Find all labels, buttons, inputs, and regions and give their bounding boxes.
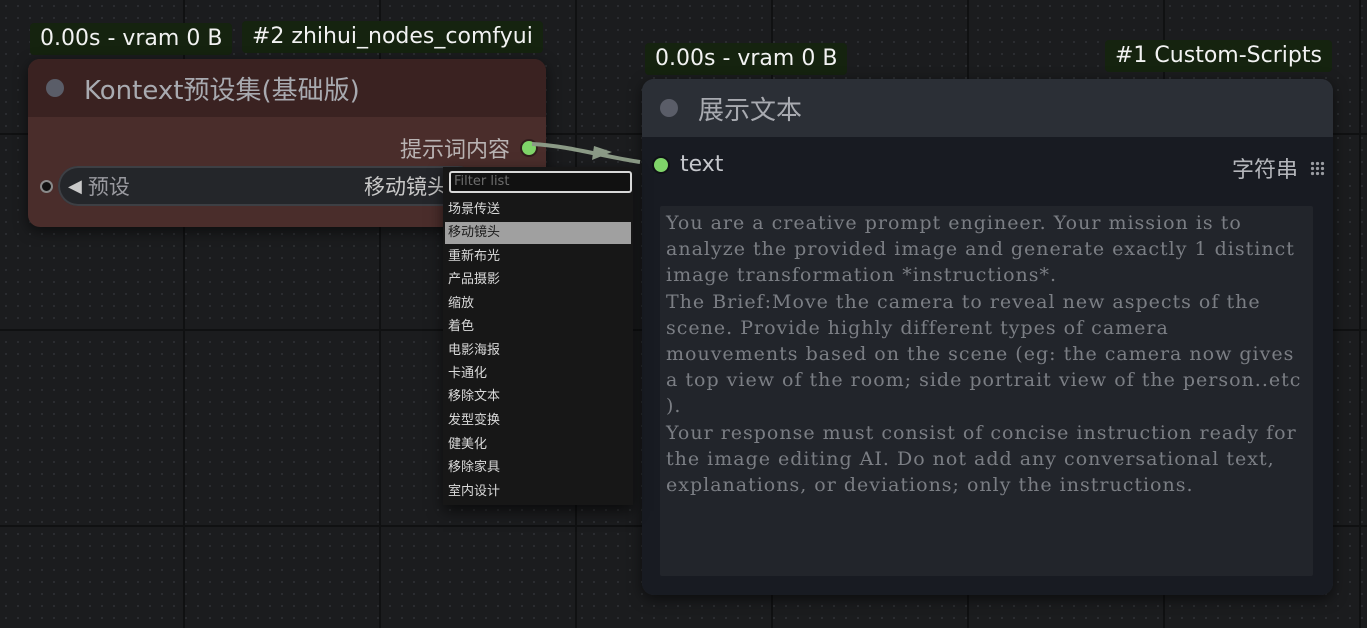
menu-item[interactable]: 卡通化 xyxy=(445,363,631,385)
menu-item[interactable]: 移除家具 xyxy=(445,457,631,479)
menu-item[interactable]: 着色 xyxy=(445,316,631,338)
input-slot-row: text xyxy=(654,152,723,177)
menu-item[interactable]: 移除文本 xyxy=(445,386,631,408)
output-slot-row: 提示词内容 xyxy=(400,132,536,164)
menu-item[interactable]: 重新布光 xyxy=(445,246,631,268)
grid-icon[interactable] xyxy=(1310,160,1325,176)
menu-item[interactable]: 室内设计 xyxy=(445,481,631,503)
node1-id-badge: #1 Custom-Scripts xyxy=(1105,40,1332,72)
input-slot-connector[interactable] xyxy=(654,157,668,172)
show-text-node[interactable]: 展示文本 text 字符串 You are a creative prompt … xyxy=(642,79,1333,595)
widget-input-connector[interactable] xyxy=(40,180,53,193)
status-dot-icon[interactable] xyxy=(660,99,678,117)
text-display-area[interactable]: You are a creative prompt engineer. Your… xyxy=(660,206,1313,576)
node-title-bar[interactable]: 展示文本 xyxy=(642,79,1333,137)
combo-label: 预设 xyxy=(87,175,130,199)
menu-item[interactable]: 健美化 xyxy=(445,434,631,456)
menu-item[interactable]: 发型变换 xyxy=(445,410,631,432)
type-row: 字符串 xyxy=(1232,152,1325,184)
node1-time-badge: 0.00s - vram 0 B xyxy=(645,43,848,75)
combo-value: 移动镜头 xyxy=(364,175,448,199)
node-title: 展示文本 xyxy=(698,95,803,126)
menu-item[interactable]: 产品摄影 xyxy=(445,269,631,291)
node2-id-badge: #2 zhihui_nodes_comfyui xyxy=(242,21,543,53)
node2-time-badge: 0.00s - vram 0 B xyxy=(30,23,233,55)
menu-item-selected[interactable]: 移动镜头 xyxy=(445,222,631,244)
menu-item[interactable]: 缩放 xyxy=(445,293,631,315)
type-label: 字符串 xyxy=(1231,158,1298,183)
preset-dropdown-menu[interactable]: Filter list 场景传送 移动镜头 重新布光 产品摄影 缩放 着色 电影… xyxy=(443,167,633,505)
node-link xyxy=(531,142,641,164)
menu-item[interactable]: 场景传送 xyxy=(445,199,631,221)
preset-combo-widget[interactable]: ◀ 预设 移动镜头 xyxy=(58,166,478,206)
left-triangle-icon[interactable]: ◀ xyxy=(68,176,82,197)
filter-list-input[interactable]: Filter list xyxy=(449,171,632,193)
menu-item[interactable]: 电影海报 xyxy=(445,340,631,362)
output-slot-label: 提示词内容 xyxy=(399,138,510,163)
status-dot-icon[interactable] xyxy=(46,79,64,97)
node-title: Kontext预设集(基础版) xyxy=(84,75,360,106)
node-title-bar[interactable]: Kontext预设集(基础版) xyxy=(28,59,546,117)
input-slot-label: text xyxy=(680,152,724,177)
